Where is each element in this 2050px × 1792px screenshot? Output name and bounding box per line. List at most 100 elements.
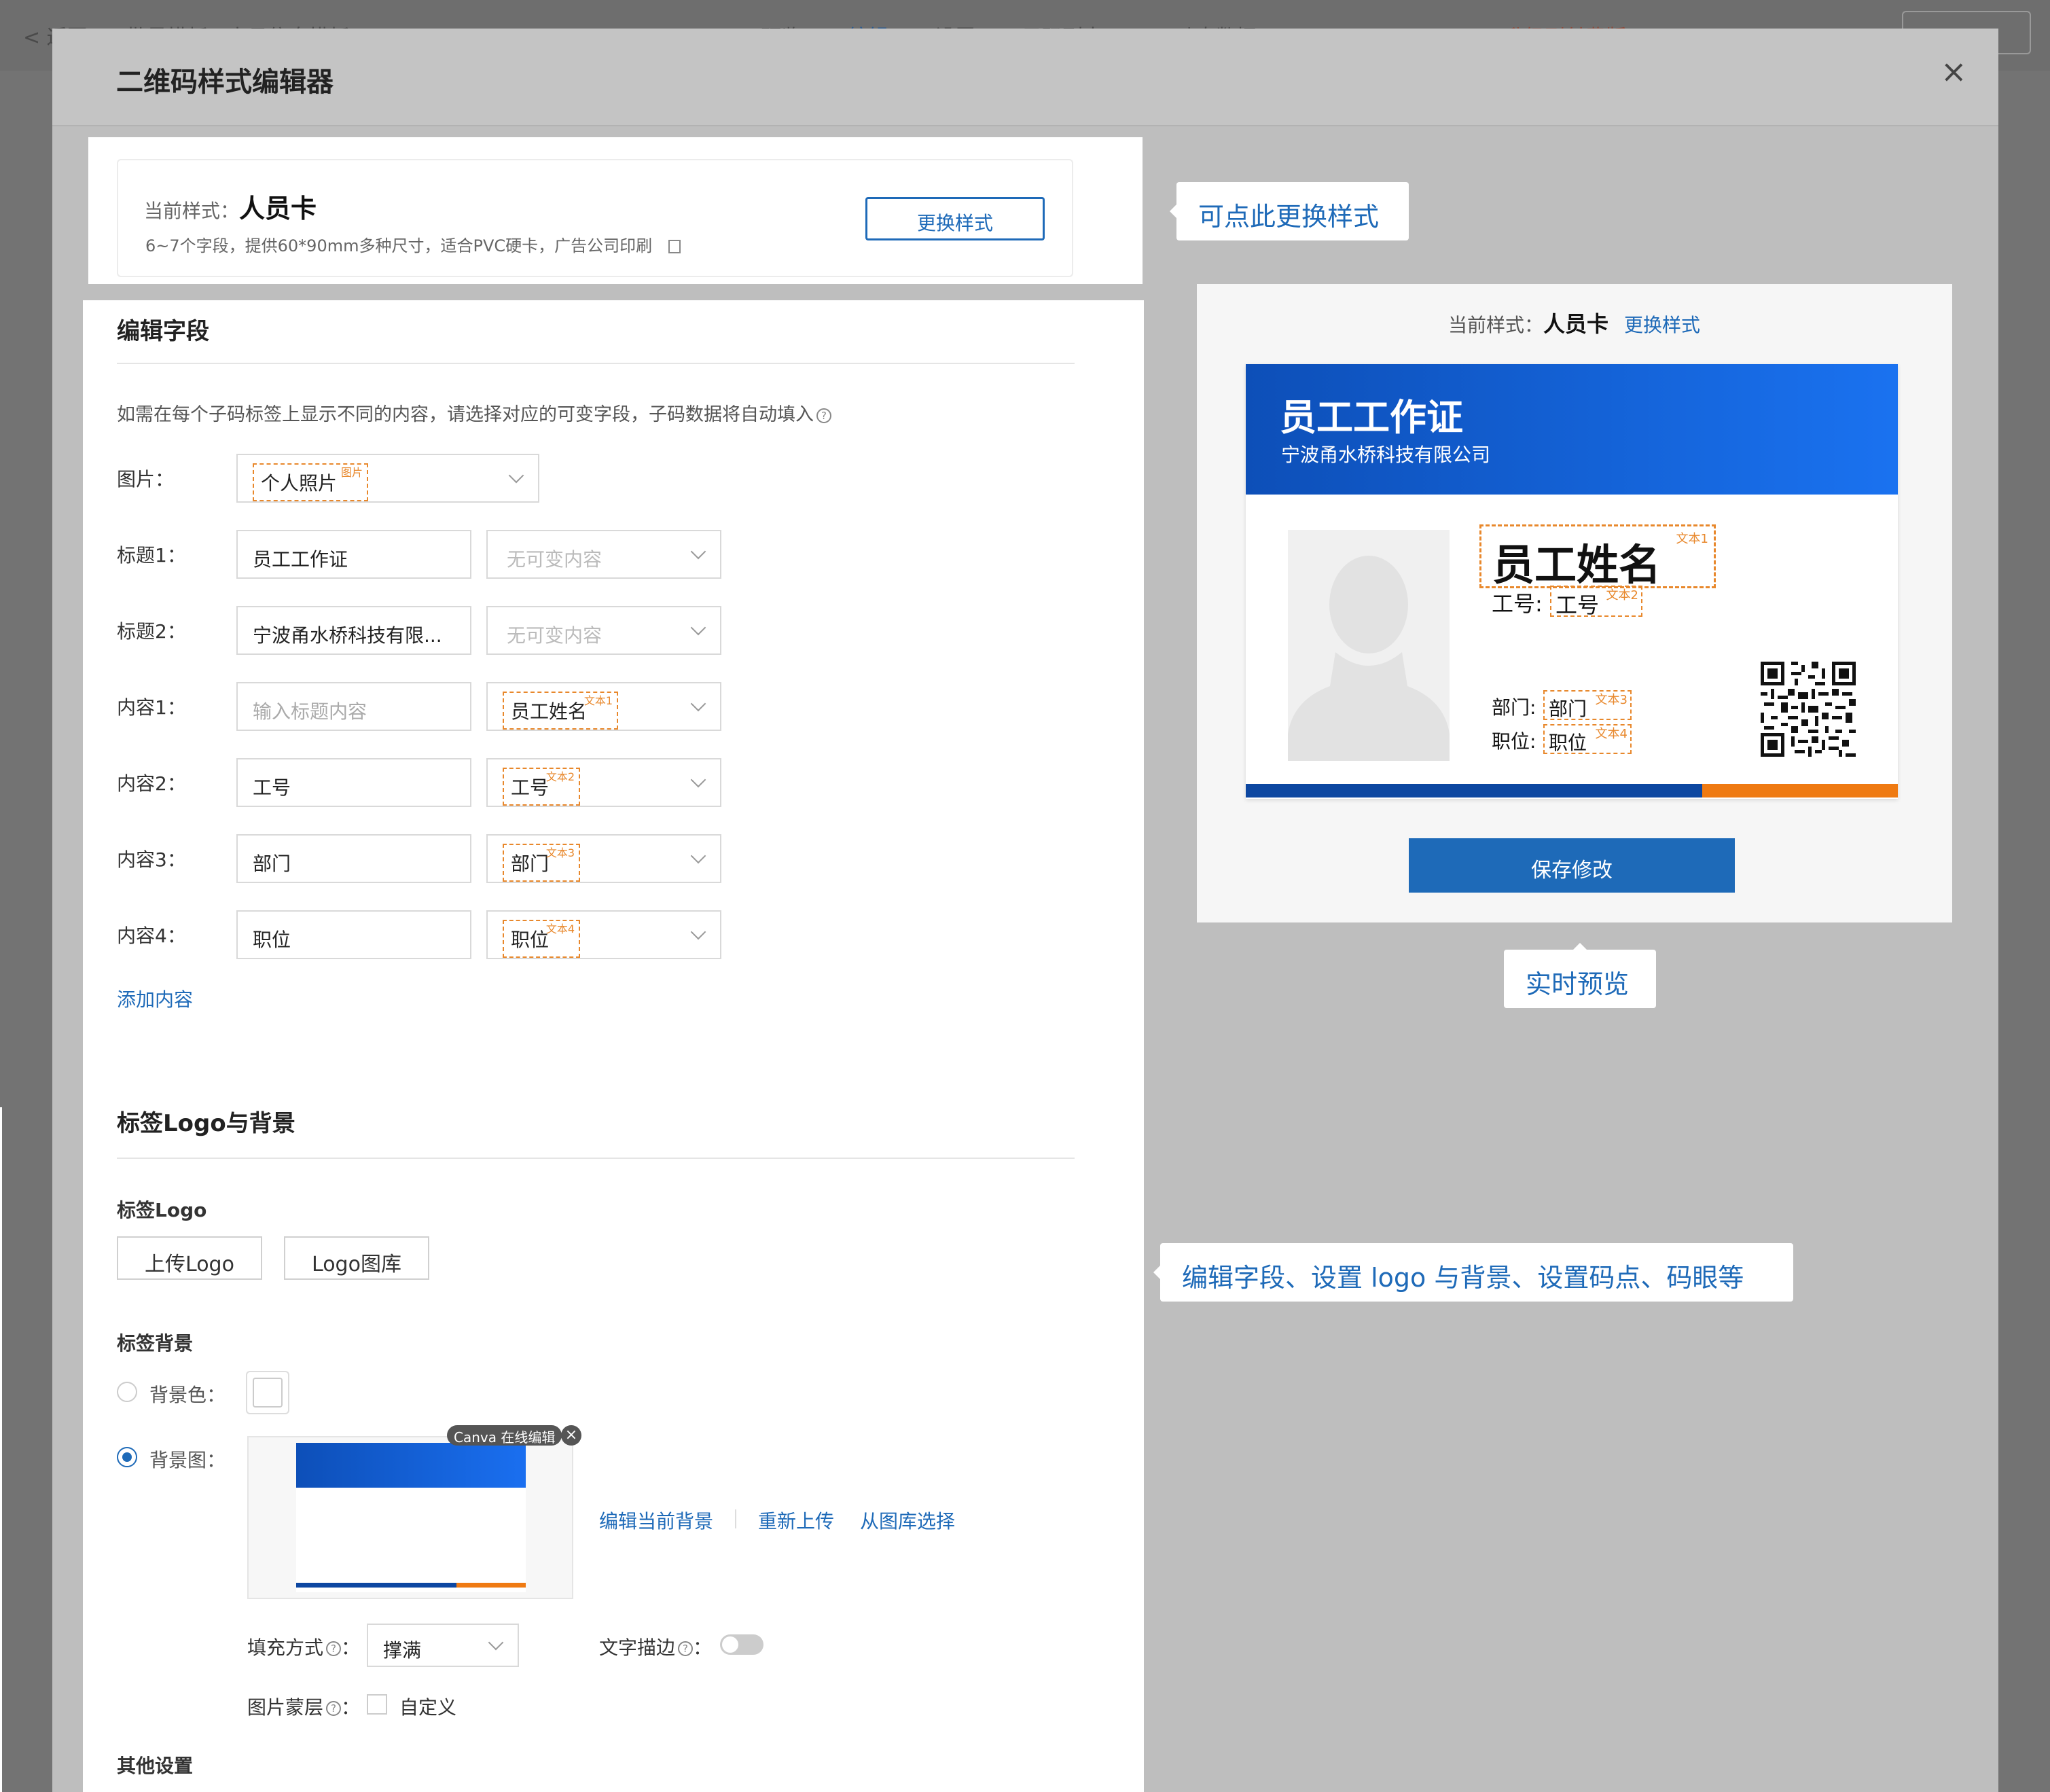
current-style-label: 当前样式： — [144, 200, 240, 222]
employee-id-value: 工号 — [1556, 592, 1600, 618]
logo-bg-title: 标签Logo与背景 — [117, 1110, 295, 1137]
employee-id-box: 工号 文本2 — [1550, 586, 1642, 618]
title2-select-value: 无可变内容 — [507, 624, 603, 647]
change-style-button[interactable]: 更换样式 — [865, 197, 1045, 240]
choose-from-gallery-link[interactable]: 从图库选择 — [860, 1507, 955, 1534]
card-bottom-orange-bar — [1702, 784, 1898, 798]
content2-tag-type: 文本2 — [545, 770, 575, 783]
bg-color-radio[interactable] — [117, 1382, 137, 1402]
content3-input[interactable]: 部门 — [236, 834, 471, 883]
help-icon[interactable]: ? — [816, 408, 831, 423]
edit-fields-hint-text: 如需在每个子码标签上显示不同的内容，请选择对应的可变字段，子码数据将自动填入 — [117, 404, 814, 425]
image-row-label: 图片： — [117, 468, 175, 490]
save-changes-button[interactable]: 保存修改 — [1409, 838, 1735, 893]
content2-variable-select[interactable]: 工号 文本2 — [486, 758, 721, 807]
position-label: 职位: — [1492, 730, 1536, 753]
content1-tag-value: 员工姓名 — [511, 700, 588, 723]
background-left-area — [0, 71, 53, 1792]
edit-fields-title: 编辑字段 — [117, 318, 209, 345]
content4-label: 内容4： — [117, 925, 186, 947]
upload-logo-button[interactable]: 上传Logo — [117, 1236, 262, 1280]
name-tag: 文本1 — [1676, 532, 1708, 546]
preview-current-label: 当前样式： — [1448, 314, 1544, 336]
reupload-link[interactable]: 重新上传 — [758, 1507, 834, 1534]
employee-name: 员工姓名 — [1492, 540, 1661, 590]
content4-tag-type: 文本4 — [545, 922, 575, 935]
other-settings-heading: 其他设置 — [117, 1755, 194, 1777]
image-mask-label-text: 图片蒙层 — [247, 1696, 324, 1719]
bg-color-swatch[interactable] — [246, 1371, 289, 1414]
title1-label: 标题1： — [117, 544, 186, 567]
content3-variable-select[interactable]: 部门 文本3 — [486, 834, 721, 883]
chevron-down-icon — [690, 924, 706, 940]
bg-thumbnail-header — [296, 1443, 526, 1488]
preview-current-name: 人员卡 — [1543, 311, 1609, 337]
chevron-down-icon — [488, 1634, 504, 1651]
content3-tag-value: 部门 — [511, 853, 550, 875]
remove-bg-icon[interactable]: × — [561, 1425, 581, 1446]
title2-label: 标题2： — [117, 620, 186, 643]
employee-id-label: 工号: — [1492, 591, 1543, 617]
fill-mode-value: 撑满 — [383, 1639, 422, 1662]
title1-variable-select[interactable]: 无可变内容 — [486, 530, 721, 579]
preview-icon[interactable] — [668, 240, 681, 253]
edit-current-bg-link[interactable]: 编辑当前背景 — [599, 1507, 713, 1534]
add-content-link[interactable]: 添加内容 — [117, 985, 193, 1012]
divider — [735, 1509, 736, 1528]
background-right-area — [1998, 71, 2050, 1792]
content1-label: 内容1： — [117, 696, 186, 719]
current-style-desc: 6~7个字段，提供60*90mm多种尺寸，适合PVC硬卡，广告公司印刷 — [145, 232, 681, 256]
help-icon[interactable]: ? — [326, 1701, 342, 1716]
preview-current-style: 当前样式：人员卡 更换样式 — [1448, 307, 1700, 338]
text-stroke-label: 文字描边?： — [599, 1636, 713, 1659]
person-silhouette-icon — [1288, 556, 1450, 761]
custom-mask-label: 自定义 — [399, 1696, 457, 1719]
chevron-down-icon — [508, 467, 524, 484]
chevron-down-icon — [690, 848, 706, 864]
dept-value: 部门 — [1549, 698, 1587, 720]
close-icon[interactable]: × — [1941, 56, 1967, 87]
dept-label: 部门: — [1492, 696, 1536, 719]
content1-variable-select[interactable]: 员工姓名 文本1 — [486, 682, 721, 731]
content1-input[interactable]: 输入标题内容 — [236, 682, 471, 731]
title2-variable-select[interactable]: 无可变内容 — [486, 606, 721, 655]
image-mask-label: 图片蒙层?： — [247, 1696, 361, 1719]
fill-mode-select[interactable]: 撑满 — [367, 1624, 519, 1667]
content3-tag-type: 文本3 — [545, 846, 575, 859]
label-background-heading: 标签背景 — [117, 1332, 194, 1355]
label-logo-heading: 标签Logo — [117, 1199, 207, 1221]
preview-change-style-link[interactable]: 更换样式 — [1624, 314, 1700, 336]
image-field-select[interactable]: 个人照片 图片 — [236, 454, 539, 503]
content1-tag-type: 文本1 — [583, 694, 613, 707]
custom-mask-checkbox[interactable] — [367, 1694, 387, 1715]
dept-box: 部门 文本3 — [1543, 690, 1632, 720]
content4-input[interactable]: 职位 — [236, 910, 471, 959]
title2-input[interactable]: 宁波甬水桥科技有限... — [236, 606, 471, 655]
bg-thumbnail-card — [296, 1443, 526, 1592]
edit-tips-callout: 编辑字段、设置 logo 与背景、设置码点、码眼等 — [1153, 1243, 1793, 1302]
card-company: 宁波甬水桥科技有限公司 — [1281, 444, 1491, 466]
content2-tag-value: 工号 — [511, 776, 550, 799]
help-icon[interactable]: ? — [326, 1641, 342, 1656]
help-icon[interactable]: ? — [678, 1641, 694, 1656]
live-preview-callout: 实时预览 — [1504, 943, 1656, 1008]
current-style-panel: 当前样式：人员卡 6~7个字段，提供60*90mm多种尺寸，适合PVC硬卡，广告… — [88, 137, 1143, 284]
position-tag: 文本4 — [1595, 727, 1628, 741]
bg-image-radio[interactable] — [117, 1447, 137, 1467]
canva-badge[interactable]: Canva 在线编辑 — [447, 1425, 562, 1446]
background-divider — [0, 1107, 2, 1792]
bg-image-label: 背景图： — [149, 1449, 226, 1471]
text-stroke-toggle[interactable] — [720, 1634, 763, 1655]
logo-gallery-button[interactable]: Logo图库 — [284, 1236, 429, 1280]
chevron-down-icon — [690, 543, 706, 560]
title1-input[interactable]: 员工工作证 — [236, 530, 471, 579]
divider — [117, 1158, 1075, 1159]
card-title: 员工工作证 — [1280, 396, 1463, 439]
content3-label: 内容3： — [117, 848, 186, 871]
edit-panel: 编辑字段 如需在每个子码标签上显示不同的内容，请选择对应的可变字段，子码数据将自… — [83, 300, 1144, 1792]
content2-input[interactable]: 工号 — [236, 758, 471, 807]
edit-fields-hint: 如需在每个子码标签上显示不同的内容，请选择对应的可变字段，子码数据将自动填入? — [117, 399, 831, 426]
bg-image-thumbnail[interactable] — [247, 1436, 573, 1599]
card-header: 员工工作证 宁波甬水桥科技有限公司 — [1246, 364, 1898, 495]
content4-variable-select[interactable]: 职位 文本4 — [486, 910, 721, 959]
